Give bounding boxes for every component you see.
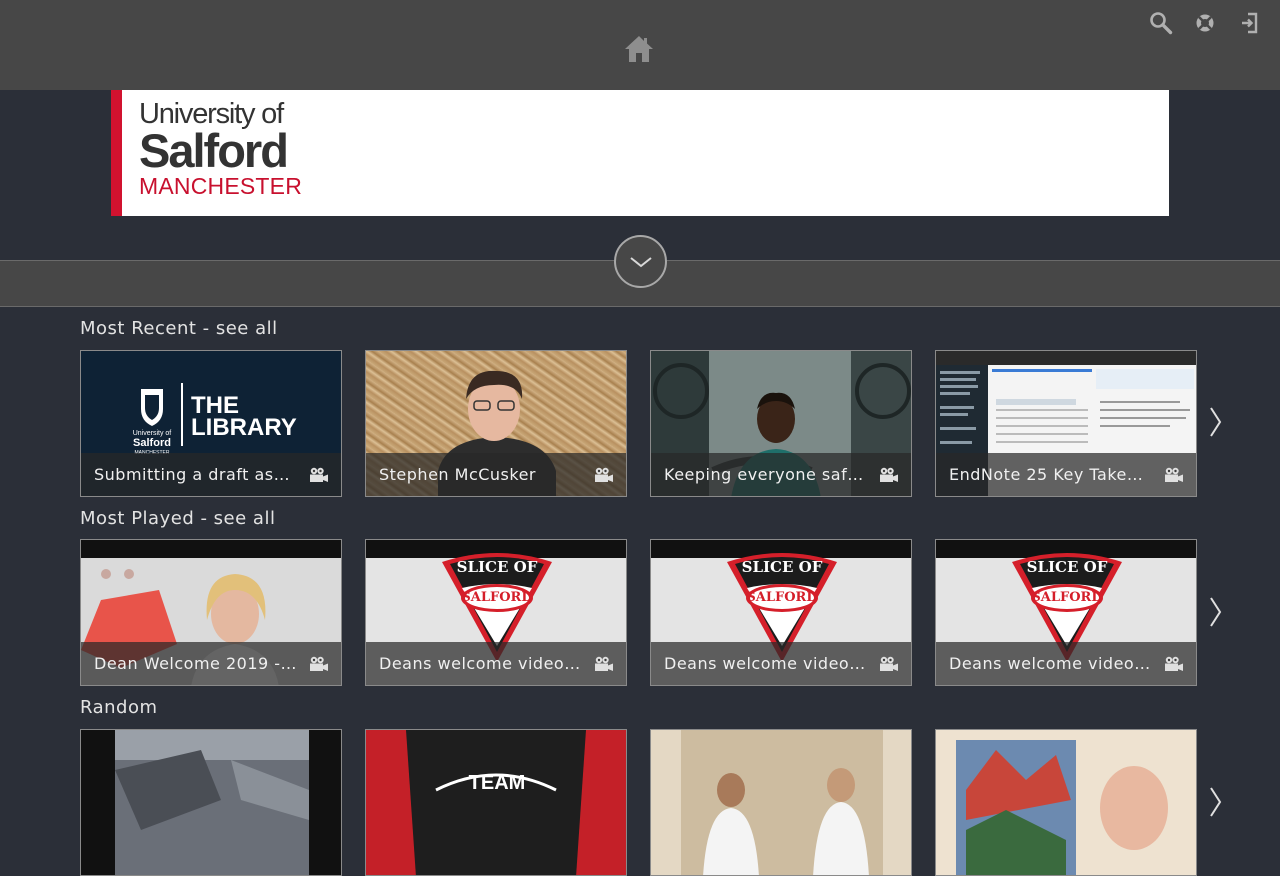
random-section-title[interactable]: Random <box>80 697 158 718</box>
video-thumbnail <box>81 730 341 875</box>
slice-of-text: SLICE OF <box>1026 558 1108 576</box>
video-thumbnail <box>651 730 911 875</box>
video-caption: Deans welcome video -... <box>366 642 626 685</box>
video-card[interactable]: Keeping everyone safe ... <box>650 350 912 497</box>
video-card[interactable] <box>80 729 342 876</box>
video-title: Keeping everyone safe ... <box>664 465 867 484</box>
slice-of-text: SLICE OF <box>456 558 538 576</box>
university-logo[interactable]: University of Salford MANCHESTER <box>139 99 302 199</box>
video-caption: Deans welcome video -... <box>936 642 1196 685</box>
video-camera-icon <box>310 656 328 671</box>
library-text-line-2: LIBRARY <box>191 414 297 441</box>
video-caption: Keeping everyone safe ... <box>651 453 911 496</box>
video-card[interactable]: SLICE OF SALFORD Deans welcome video -..… <box>650 539 912 686</box>
most-played-see-all-link[interactable]: Most Played - see all <box>80 508 275 529</box>
chevron-down-icon <box>629 256 652 267</box>
video-card[interactable] <box>650 729 912 876</box>
video-card[interactable]: TEAM <box>365 729 627 876</box>
video-camera-icon <box>310 467 328 482</box>
video-caption: Dean Welcome 2019 - ... <box>81 642 341 685</box>
video-caption: Deans welcome video -... <box>651 642 911 685</box>
logo-line-2: Salford <box>139 124 289 177</box>
video-camera-icon <box>1165 656 1183 671</box>
video-card[interactable] <box>935 729 1197 876</box>
video-title: Deans welcome video -... <box>664 654 867 673</box>
top-bar <box>0 0 1280 90</box>
team-shirt-text: TEAM <box>468 772 526 794</box>
video-camera-icon <box>595 656 613 671</box>
video-title: Dean Welcome 2019 - ... <box>94 654 297 673</box>
video-title: Deans welcome video -... <box>379 654 582 673</box>
video-camera-icon <box>880 656 898 671</box>
logo-line-3: MANCHESTER <box>139 173 303 199</box>
video-camera-icon <box>1165 467 1183 482</box>
home-icon[interactable] <box>623 33 655 65</box>
university-banner: University of Salford MANCHESTER <box>111 90 1169 216</box>
salford-badge-text: SALFORD <box>1031 590 1103 605</box>
header-actions <box>1148 10 1262 36</box>
video-thumbnail <box>936 730 1196 875</box>
video-title: Stephen McCusker <box>379 465 537 484</box>
video-card[interactable]: Dean Welcome 2019 - ... <box>80 539 342 686</box>
video-card[interactable]: SLICE OF SALFORD Deans welcome video -..… <box>365 539 627 686</box>
video-card[interactable]: Stephen McCusker <box>365 350 627 497</box>
video-card[interactable]: SLICE OF SALFORD Deans welcome video -..… <box>935 539 1197 686</box>
library-text: THE LIBRARY <box>191 394 297 441</box>
salford-badge-text: SALFORD <box>746 590 818 605</box>
salford-badge-text: SALFORD <box>461 590 533 605</box>
video-title: EndNote 25 Key Takea... <box>949 465 1152 484</box>
help-icon[interactable] <box>1192 10 1218 36</box>
most-recent-see-all-link[interactable]: Most Recent - see all <box>80 318 278 339</box>
video-card[interactable]: EndNote 25 Key Takea... <box>935 350 1197 497</box>
video-camera-icon <box>595 467 613 482</box>
video-thumbnail: TEAM <box>366 730 626 875</box>
video-title: Deans welcome video -... <box>949 654 1152 673</box>
most-recent-next-arrow-icon[interactable] <box>1206 402 1226 442</box>
video-caption: EndNote 25 Key Takea... <box>936 453 1196 496</box>
most-played-next-arrow-icon[interactable] <box>1206 592 1226 632</box>
login-icon[interactable] <box>1236 10 1262 36</box>
random-next-arrow-icon[interactable] <box>1206 782 1226 822</box>
video-card[interactable]: University of Salford MANCHESTER THE LIB… <box>80 350 342 497</box>
video-caption: Submitting a draft asse... <box>81 453 341 496</box>
video-caption: Stephen McCusker <box>366 453 626 496</box>
video-title: Submitting a draft asse... <box>94 465 297 484</box>
search-icon[interactable] <box>1148 10 1174 36</box>
expand-navigation-button[interactable] <box>614 235 667 288</box>
slice-of-text: SLICE OF <box>741 558 823 576</box>
mini-logo-line-2: Salford <box>133 437 171 449</box>
video-camera-icon <box>880 467 898 482</box>
